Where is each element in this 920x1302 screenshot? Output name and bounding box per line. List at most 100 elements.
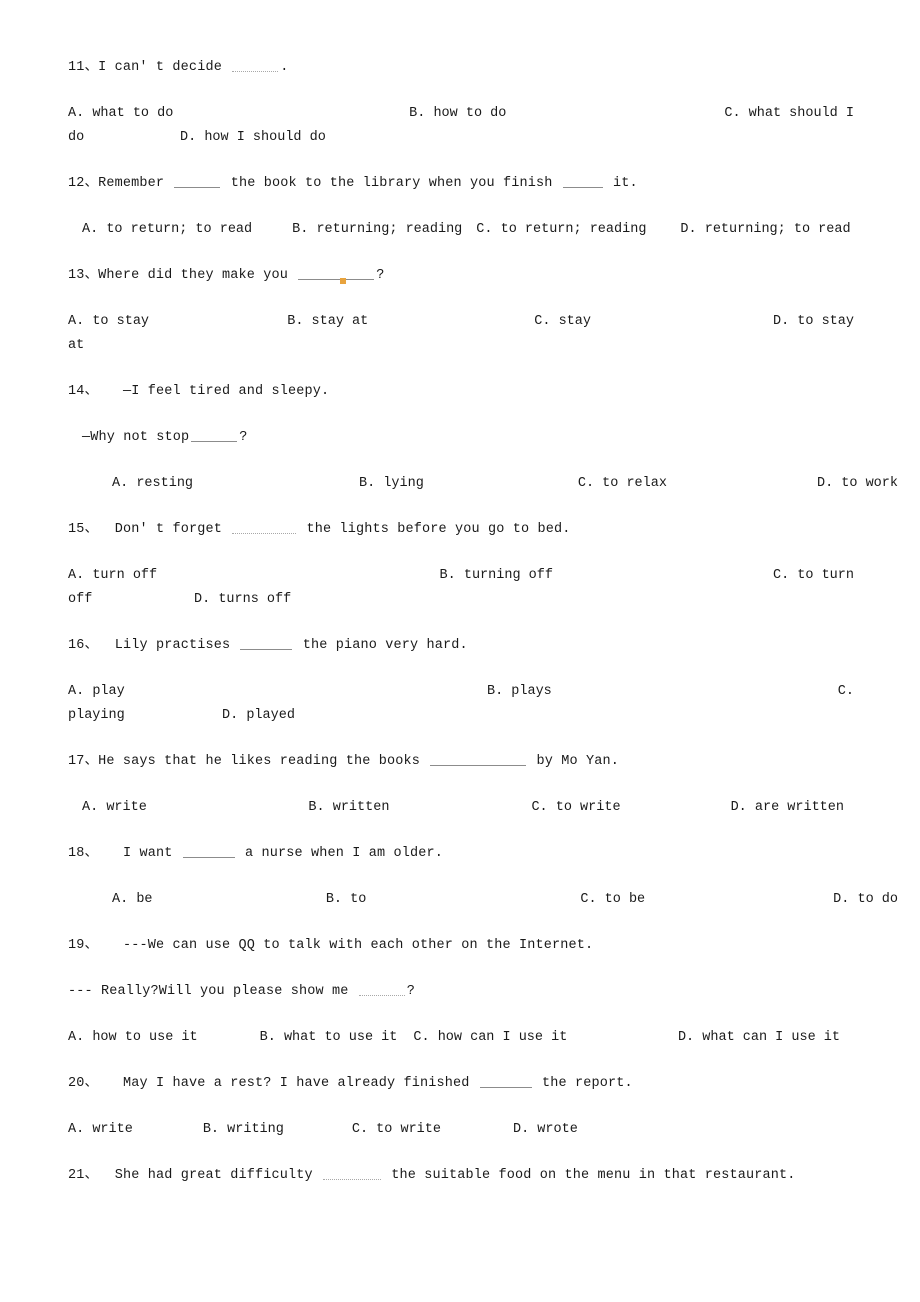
stem-text: I can' t decide (98, 60, 231, 75)
option-text: how to use it (92, 1030, 198, 1045)
option-label: C. (580, 892, 597, 907)
fill-in-blank[interactable] (358, 982, 405, 996)
question-block-14: 14、 —I feel tired and sleepy. —Why not s… (68, 380, 898, 496)
option-b[interactable]: B. lying (359, 472, 424, 496)
question-block-19: 19、 ---We can use QQ to talk with each o… (68, 934, 854, 1050)
question-number: 14 (68, 384, 85, 399)
option-a[interactable]: A. play (68, 680, 125, 704)
stem-text-mid: the book to the library when you finish (222, 176, 561, 191)
question-block-11: 11、I can' t decide . A. what to do B. ho… (68, 56, 854, 150)
option-b[interactable]: B. written (308, 796, 389, 820)
option-d[interactable]: D. what can I use it (678, 1026, 840, 1050)
option-b[interactable]: B. how to do (409, 102, 506, 126)
option-d[interactable]: D. turns off (194, 588, 291, 612)
option-label: C. (534, 314, 551, 329)
option-label: D. (680, 222, 697, 237)
fill-in-blank[interactable] (232, 520, 297, 534)
option-d[interactable]: D. are written (731, 796, 844, 820)
question-stem-20: 20、 May I have a rest? I have already fi… (68, 1072, 854, 1096)
fill-in-blank[interactable] (322, 1166, 381, 1180)
fill-in-blank[interactable] (430, 752, 527, 766)
option-d[interactable]: D. to work (817, 472, 898, 496)
option-text: what should I (748, 106, 854, 121)
option-label: B. (486, 684, 504, 699)
option-b[interactable]: B. what to use it (260, 1026, 398, 1050)
fill-in-blank-2[interactable] (562, 174, 603, 188)
question-separator: 、 (84, 60, 99, 75)
option-b[interactable]: B. writing (203, 1118, 284, 1142)
option-c[interactable]: C. to relax (578, 472, 667, 496)
options-row-16a: A. play B. plays C. (68, 680, 854, 704)
question-stem-21: 21、 She had great difficulty the suitabl… (68, 1164, 854, 1188)
option-c[interactable]: C. to be (580, 888, 645, 912)
option-text: to stay (92, 314, 150, 329)
fill-in-blank[interactable] (298, 266, 375, 284)
stem-text: I want (122, 846, 181, 861)
option-label: D. (772, 314, 790, 329)
fill-in-blank[interactable] (232, 58, 279, 72)
option-c[interactable]: C. how can I use it (413, 1026, 567, 1050)
option-d[interactable]: D. wrote (513, 1118, 578, 1142)
option-label: A. (82, 222, 99, 237)
question-separator: 、 (84, 846, 99, 861)
option-d[interactable]: D. returning; to read (680, 218, 850, 242)
options-row-16b: playing D. played (68, 704, 854, 728)
option-a[interactable]: A. to return; to read (82, 218, 252, 242)
option-c[interactable]: C. stay (534, 310, 591, 334)
option-a[interactable]: A. resting (112, 472, 193, 496)
option-a[interactable]: A. write (82, 796, 147, 820)
option-a[interactable]: A. be (112, 888, 153, 912)
question-stem-12: 12、Remember the book to the library when… (68, 172, 854, 196)
options-row-13b: at (68, 334, 854, 358)
option-label: A. (68, 1122, 85, 1137)
fill-in-blank[interactable] (240, 636, 293, 650)
option-d[interactable]: D. to stay (773, 310, 854, 334)
option-text: to relax (602, 476, 667, 491)
option-a[interactable]: A. turn off (68, 564, 157, 588)
option-text: what to use it (283, 1030, 398, 1045)
option-c-continuation: do (68, 130, 85, 145)
option-c[interactable]: C. to return; reading (476, 218, 646, 242)
question-separator: 、 (84, 384, 99, 399)
question-stem-16: 16、 Lily practises the piano very hard. (68, 634, 854, 658)
option-text: are written (754, 800, 844, 815)
option-d[interactable]: D. to do (833, 888, 898, 912)
option-d[interactable]: D. played (222, 704, 295, 728)
option-b[interactable]: B. plays (487, 680, 552, 704)
stem-text: He says that he likes reading the books (98, 754, 429, 769)
option-text: how to do (433, 106, 507, 121)
option-b[interactable]: B. turning off (440, 564, 553, 588)
fill-in-blank[interactable] (191, 428, 238, 442)
option-label: A. (68, 568, 85, 583)
fill-in-blank[interactable] (174, 174, 221, 188)
fill-in-blank[interactable] (182, 844, 235, 858)
option-c[interactable]: C. to turn (773, 564, 854, 588)
option-label: D. (816, 476, 834, 491)
option-label: B. (259, 1030, 276, 1045)
option-d[interactable]: D. how I should do (180, 126, 326, 150)
option-label: D. (730, 800, 747, 815)
option-text: returning; reading (316, 222, 463, 237)
stem-text-line2: —Why not stop (82, 430, 190, 445)
option-text: to do (857, 892, 898, 907)
question-number: 16 (68, 638, 85, 653)
question-separator: 、 (84, 176, 99, 191)
fill-in-blank[interactable] (479, 1074, 532, 1088)
option-c[interactable]: C. (838, 680, 854, 704)
option-b[interactable]: B. stay at (287, 310, 368, 334)
option-a[interactable]: A. what to do (68, 102, 173, 126)
question-number: 20 (68, 1076, 85, 1091)
option-b[interactable]: B. to (326, 888, 367, 912)
option-a[interactable]: A. to stay (68, 310, 149, 334)
option-c[interactable]: C. to write (352, 1118, 441, 1142)
option-a[interactable]: A. write (68, 1118, 133, 1142)
option-text: to be (604, 892, 646, 907)
stem-text-end: the lights before you go to bed. (298, 522, 571, 537)
question-number: 11 (68, 60, 85, 75)
option-text: to write (376, 1122, 441, 1137)
option-b[interactable]: B. returning; reading (292, 218, 462, 242)
stem-text: —I feel tired and sleepy. (122, 384, 330, 399)
option-c[interactable]: C. what should I (724, 102, 854, 126)
option-a[interactable]: A. how to use it (68, 1026, 198, 1050)
option-c[interactable]: C. to write (531, 796, 620, 820)
